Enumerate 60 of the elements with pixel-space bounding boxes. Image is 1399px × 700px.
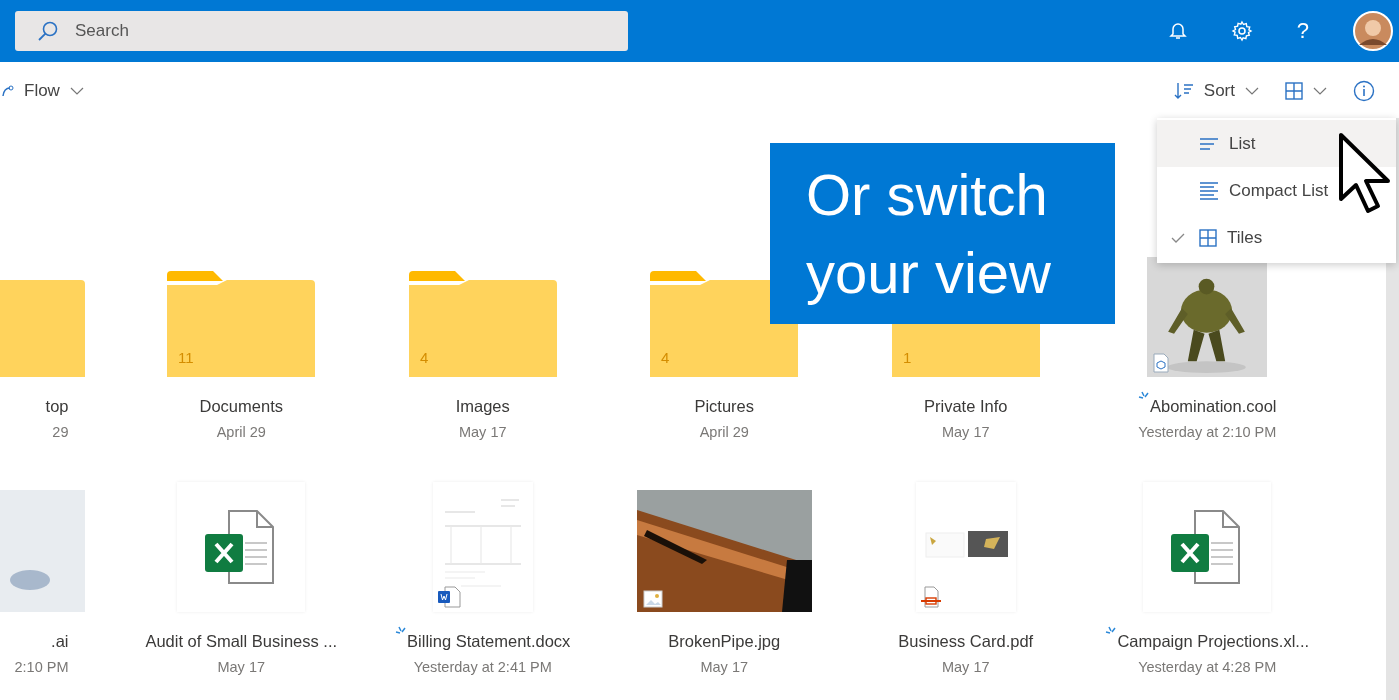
modified-date: Yesterday at 4:28 PM: [1138, 659, 1277, 675]
help-button[interactable]: ?: [1296, 18, 1309, 44]
modified-date: April 29: [216, 424, 266, 440]
cube-file-icon: [1153, 353, 1170, 373]
menu-item[interactable]: Tiles: [1157, 214, 1396, 261]
chevron-icon: [69, 87, 84, 95]
document-preview[interactable]: [915, 482, 1016, 612]
modified-date: 2:10 PM: [14, 659, 69, 675]
modified-date: May 17: [941, 424, 990, 440]
sort-button[interactable]: Sort: [1173, 81, 1259, 101]
menu-item-label: Compact List: [1229, 180, 1329, 201]
file-name[interactable]: Audit of Small Business ...: [145, 632, 338, 651]
modified-date: Yesterday at 2:10 PM: [1138, 424, 1277, 440]
menu-item[interactable]: Compact List: [1157, 167, 1396, 214]
flow-button[interactable]: Flow: [2, 81, 84, 101]
modified-date: April 29: [699, 424, 749, 440]
modified-date: 29: [52, 424, 69, 440]
sort-icon: [1173, 81, 1194, 101]
search-icon: [37, 20, 59, 42]
word-file-icon: [436, 586, 461, 608]
chevron-icon: [1313, 87, 1327, 95]
file-name[interactable]: Images: [455, 397, 510, 416]
menu-item[interactable]: List: [1157, 120, 1396, 167]
file-name[interactable]: .ai: [51, 632, 69, 651]
file-card[interactable]: [177, 482, 306, 612]
list-icon: [1199, 136, 1219, 151]
file-name[interactable]: Business Card.pdf: [898, 632, 1034, 651]
file-name[interactable]: top: [45, 397, 69, 416]
modified-date: May 17: [941, 659, 990, 675]
menu-item-label: List: [1229, 133, 1256, 154]
item-count: 1: [902, 349, 912, 366]
item-count: 4: [661, 349, 670, 366]
modified-date: May 17: [458, 424, 507, 440]
view-button[interactable]: [1285, 82, 1327, 100]
info-icon[interactable]: [1353, 80, 1375, 102]
avatar[interactable]: [1353, 11, 1393, 51]
callout-text: Or switch your view: [806, 160, 1052, 307]
file-name[interactable]: Abomination.cool: [1149, 397, 1277, 416]
grid-icon: [1285, 82, 1303, 100]
menu-item-label: Tiles: [1227, 227, 1263, 248]
file-name[interactable]: Campaign Projections.xl...: [1117, 632, 1310, 651]
file-card[interactable]: [1143, 482, 1272, 612]
bell-icon[interactable]: [1168, 21, 1187, 41]
flow-icon: [2, 85, 14, 97]
file-name[interactable]: Private Info: [924, 397, 1008, 416]
item-count: 11: [178, 349, 194, 366]
modified-date: Yesterday at 2:41 PM: [413, 659, 552, 675]
grid-icon: [1199, 228, 1217, 247]
file-name[interactable]: Pictures: [694, 397, 755, 416]
pdf-file-icon: [919, 586, 942, 608]
settings-icon[interactable]: [1230, 20, 1253, 42]
item-count: 4: [419, 349, 429, 366]
modified-date: May 17: [217, 659, 266, 675]
file-name[interactable]: Documents: [199, 397, 283, 416]
file-name[interactable]: BrokenPipe.jpg: [668, 632, 781, 651]
compact-list-icon: [1199, 181, 1219, 200]
image-file-icon: [642, 590, 663, 608]
chevron-icon: [1245, 87, 1259, 95]
modified-date: May 17: [700, 659, 749, 675]
file-name[interactable]: Billing Statement.docx: [407, 632, 571, 651]
